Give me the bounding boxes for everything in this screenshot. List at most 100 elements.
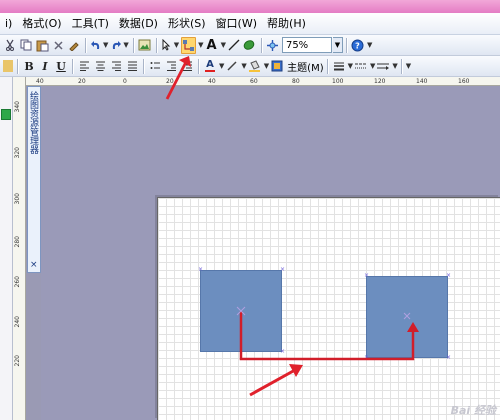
fill-color-dropdown-icon[interactable]: ▼ — [264, 62, 269, 70]
hruler-tick: 160 — [458, 78, 470, 85]
toolbar-separator — [260, 37, 262, 53]
menu-edit[interactable]: i) — [0, 13, 17, 35]
drawing-canvas[interactable]: × × × × × × × — [41, 86, 500, 420]
shapes-pane-strip — [0, 77, 13, 420]
text-dropdown-icon[interactable]: ▼ — [221, 41, 226, 49]
cut-icon[interactable] — [3, 37, 17, 54]
connector-layer — [236, 306, 419, 361]
right-angle-connector — [239, 311, 415, 361]
svg-text:?: ? — [356, 41, 361, 50]
menu-format[interactable]: 格式(O) — [17, 13, 66, 35]
insert-picture-icon[interactable] — [138, 37, 152, 54]
hruler-tick: 20 — [166, 78, 174, 85]
copy-icon[interactable] — [19, 37, 33, 54]
drawing-explorer-pane: 绘图资源管理器 × — [27, 86, 41, 273]
vruler-tick: 220 — [14, 355, 21, 367]
theme-button-label[interactable]: 主题(M) — [287, 59, 323, 74]
menu-tools[interactable]: 工具(T) — [67, 13, 114, 35]
increase-indent-icon[interactable] — [180, 58, 194, 75]
toolbar-separator — [72, 58, 73, 74]
toolbar-separator — [17, 58, 18, 74]
toolbar-separator — [326, 58, 328, 74]
line-tool-icon[interactable] — [227, 37, 241, 54]
standard-toolbar: ▼ ▼ ▼ ▼ A ▼ 75% ▼ ? ▼ — [0, 35, 500, 56]
line-pattern-icon[interactable] — [354, 58, 368, 75]
line-ends-icon[interactable] — [376, 58, 390, 75]
redo-icon[interactable]: ▼ — [110, 37, 129, 54]
help-icon[interactable]: ? — [351, 37, 365, 54]
underline-button[interactable]: U — [54, 58, 68, 75]
toolbar-separator — [85, 37, 86, 53]
pointer-dropdown-icon[interactable]: ▼ — [174, 41, 179, 49]
hruler-tick: 0 — [123, 78, 127, 85]
line-color-icon[interactable] — [225, 58, 239, 75]
toolbar-separator — [143, 58, 144, 74]
decrease-indent-icon[interactable] — [164, 58, 178, 75]
toolbar-options-icon[interactable]: ▼ — [406, 62, 411, 70]
formatting-toolbar: B I U A ▼ ▼ ▼ 主题(M) ▼ ▼ ▼ ▼ — [0, 56, 500, 77]
bold-button[interactable]: B — [22, 58, 36, 75]
zoom-dropdown-icon[interactable]: ▼ — [332, 37, 343, 53]
hruler-tick: 80 — [292, 78, 300, 85]
font-color-dropdown-icon[interactable]: ▼ — [219, 62, 224, 70]
hruler-tick: 120 — [374, 78, 386, 85]
align-center-icon[interactable] — [93, 58, 107, 75]
font-color-letter: A — [206, 59, 214, 70]
vertical-ruler: 340 320 300 280 260 240 220 — [13, 77, 26, 420]
connector-dropdown-icon[interactable]: ▼ — [198, 41, 203, 49]
theme-icon[interactable] — [270, 58, 284, 75]
watermark: Bai 经验 — [450, 404, 496, 417]
redo-dropdown-icon[interactable]: ▼ — [123, 41, 128, 49]
horizontal-ruler: 40 20 0 20 40 60 80 100 120 140 160 — [26, 77, 500, 86]
undo-icon[interactable]: ▼ — [90, 37, 108, 54]
hruler-tick: 60 — [250, 78, 258, 85]
vruler-tick: 280 — [14, 236, 21, 248]
text-tool-icon[interactable]: A — [205, 37, 219, 54]
italic-button[interactable]: I — [38, 58, 52, 75]
drawing-page[interactable]: × × × × × × × — [157, 197, 500, 420]
line-pattern-dropdown-icon[interactable]: ▼ — [370, 62, 375, 70]
pan-zoom-icon[interactable] — [266, 37, 280, 54]
connection-point-x — [403, 312, 411, 320]
connector-tool-icon[interactable] — [181, 36, 197, 54]
pointer-tool-icon[interactable]: ▼ — [161, 37, 179, 54]
menu-bar: i) 格式(O) 工具(T) 数据(D) 形状(S) 窗口(W) 帮助(H) — [0, 13, 500, 35]
line-weight-dropdown-icon[interactable]: ▼ — [348, 62, 353, 70]
title-bar — [0, 0, 500, 13]
align-left-icon[interactable] — [77, 58, 91, 75]
shape-fill-icon[interactable] — [243, 37, 257, 54]
paste-icon[interactable] — [35, 37, 49, 54]
menu-help[interactable]: 帮助(H) — [262, 13, 311, 35]
hruler-tick: 40 — [208, 78, 216, 85]
menu-data[interactable]: 数据(D) — [114, 13, 163, 35]
format-painter-icon[interactable] — [67, 37, 81, 54]
toolbar-separator — [345, 37, 347, 53]
undo-dropdown-icon[interactable]: ▼ — [103, 41, 108, 49]
zoom-field[interactable]: 75% — [281, 37, 332, 53]
hruler-tick: 20 — [78, 78, 86, 85]
drawing-explorer-title: 绘图资源管理器 — [28, 91, 38, 154]
align-right-icon[interactable] — [109, 58, 123, 75]
vruler-tick: 260 — [14, 276, 21, 288]
justify-icon[interactable] — [125, 58, 139, 75]
toolbar-options-icon[interactable]: ▼ — [367, 41, 372, 49]
fill-color-icon[interactable] — [248, 58, 262, 75]
vruler-tick: 300 — [14, 193, 21, 205]
delete-icon[interactable] — [51, 37, 65, 54]
line-color-dropdown-icon[interactable]: ▼ — [241, 62, 246, 70]
line-weight-icon[interactable] — [332, 58, 346, 75]
close-icon[interactable]: × — [30, 260, 38, 270]
expand-pane-icon[interactable] — [1, 109, 11, 120]
bullets-icon[interactable] — [148, 58, 162, 75]
menu-shape[interactable]: 形状(S) — [163, 13, 211, 35]
toolbar-separator — [132, 37, 134, 53]
hruler-tick: 100 — [332, 78, 344, 85]
toolbar-separator — [155, 37, 157, 53]
font-color-bar — [205, 70, 215, 72]
hruler-tick: 140 — [416, 78, 428, 85]
toolbar-separator — [400, 58, 402, 74]
line-ends-dropdown-icon[interactable]: ▼ — [392, 62, 397, 70]
vruler-tick: 240 — [14, 316, 21, 328]
font-color-icon[interactable]: A — [203, 58, 217, 75]
menu-window[interactable]: 窗口(W) — [211, 13, 262, 35]
